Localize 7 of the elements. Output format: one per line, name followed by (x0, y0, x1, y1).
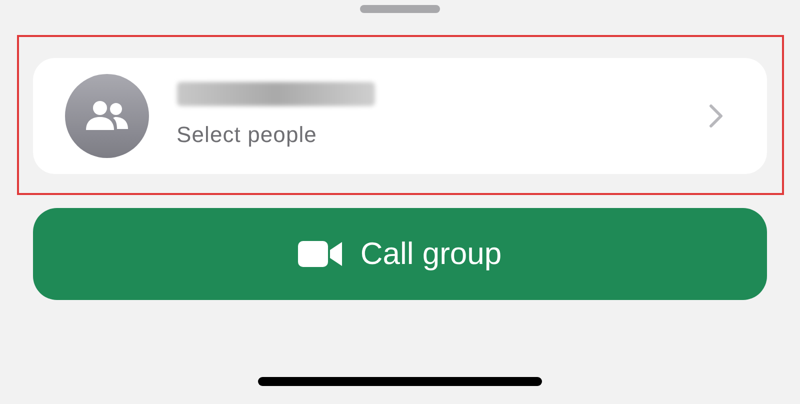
people-icon (84, 100, 130, 132)
contact-subtitle: Select people (176, 120, 318, 149)
chevron-right-icon (708, 104, 722, 128)
sheet-grabber[interactable] (360, 5, 440, 13)
video-camera-icon (298, 240, 342, 268)
contact-card[interactable]: Select people (32, 58, 766, 174)
call-group-button[interactable]: Call group (33, 208, 767, 300)
